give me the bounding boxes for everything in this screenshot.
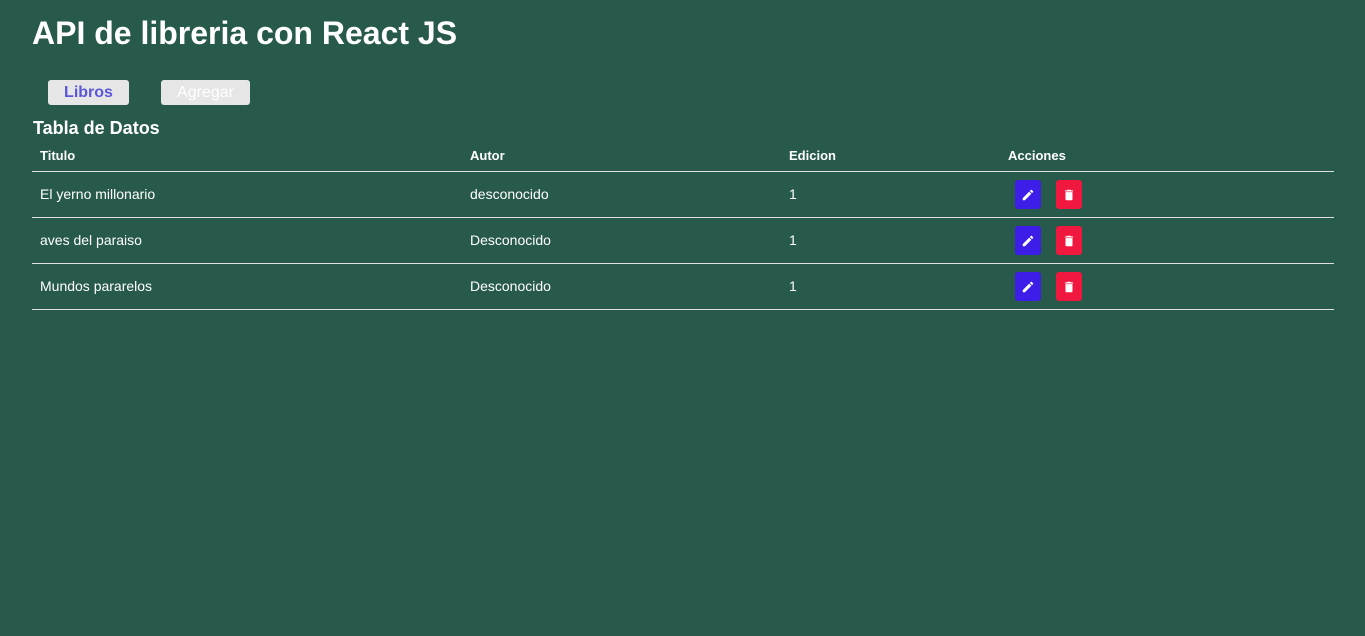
row-actions — [1015, 272, 1082, 301]
nav-bar: Libros Agregar — [48, 80, 250, 105]
delete-button[interactable] — [1056, 272, 1082, 301]
cell-autor: Desconocido — [470, 232, 551, 248]
cell-autor: Desconocido — [470, 278, 551, 294]
table-row: El yerno millonario desconocido 1 — [32, 172, 1334, 218]
cell-edicion: 1 — [789, 232, 797, 248]
delete-button[interactable] — [1056, 226, 1082, 255]
column-header-edicion: Edicion — [789, 148, 836, 163]
edit-button[interactable] — [1015, 272, 1041, 301]
table-row: Mundos pararelos Desconocido 1 — [32, 264, 1334, 310]
pencil-icon — [1022, 189, 1034, 200]
table-header-row: Titulo Autor Edicion Acciones — [32, 142, 1334, 172]
row-actions — [1015, 180, 1082, 209]
libros-nav-button[interactable]: Libros — [48, 80, 129, 105]
row-actions — [1015, 226, 1082, 255]
cell-titulo: aves del paraiso — [40, 232, 142, 248]
cell-titulo: Mundos pararelos — [40, 278, 153, 294]
agregar-nav-button[interactable]: Agregar — [161, 80, 250, 105]
delete-button[interactable] — [1056, 180, 1082, 209]
column-header-autor: Autor — [470, 148, 505, 163]
cell-edicion: 1 — [789, 278, 797, 294]
trash-icon — [1064, 189, 1074, 200]
edit-button[interactable] — [1015, 226, 1041, 255]
pencil-icon — [1022, 281, 1034, 292]
column-header-acciones: Acciones — [1008, 148, 1066, 163]
cell-autor: desconocido — [470, 186, 549, 202]
table-title: Tabla de Datos — [33, 118, 160, 138]
books-table: Titulo Autor Edicion Acciones El yerno m… — [32, 142, 1334, 310]
trash-icon — [1064, 281, 1074, 292]
edit-button[interactable] — [1015, 180, 1041, 209]
page-title: API de libreria con React JS — [32, 15, 458, 51]
trash-icon — [1064, 235, 1074, 246]
column-header-titulo: Titulo — [40, 148, 76, 163]
pencil-icon — [1022, 235, 1034, 246]
cell-titulo: El yerno millonario — [40, 186, 156, 202]
cell-edicion: 1 — [789, 186, 797, 202]
table-row: aves del paraiso Desconocido 1 — [32, 218, 1334, 264]
